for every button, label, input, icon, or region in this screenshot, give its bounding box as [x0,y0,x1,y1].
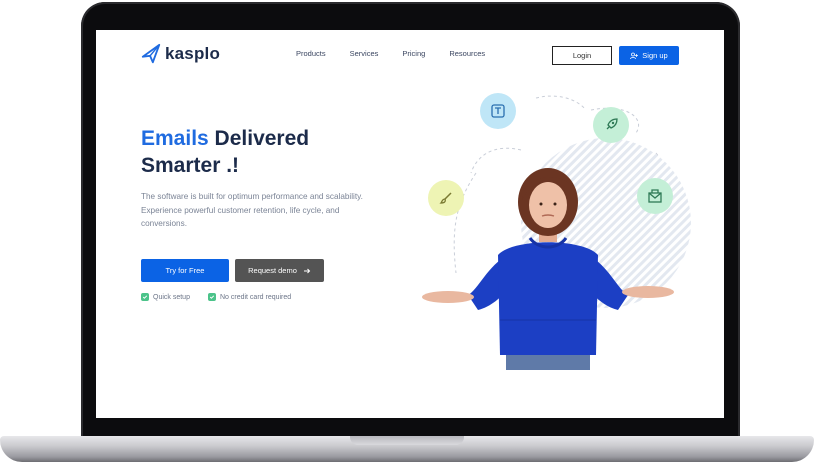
nav-item-resources[interactable]: Resources [449,49,485,58]
brand-logo[interactable]: kasplo [140,43,220,65]
signup-label: Sign up [642,51,668,60]
arrow-right-icon [303,268,311,273]
hero-title-rest: Delivered [208,127,310,150]
check-item-no-credit-card: No credit card required [207,293,292,301]
text-template-icon [480,93,516,129]
hero-description: The software is built for optimum perfor… [141,192,363,228]
check-icon [141,293,149,301]
request-demo-button[interactable]: Request demo [235,259,324,282]
website-screen: kasplo Products Services Pricing Resourc… [96,30,724,418]
check-label: Quick setup [153,293,190,301]
try-for-free-button[interactable]: Try for Free [141,259,229,282]
user-plus-icon [630,52,639,59]
hero-title-line2: Smarter .! [141,154,240,177]
kasplo-logo-icon [141,43,161,64]
laptop-notch [350,436,464,445]
hero-title: Emails Delivered Smarter .! [141,125,309,179]
mail-envelope-icon [637,178,673,214]
brush-icon [428,180,464,216]
nav-item-pricing[interactable]: Pricing [402,49,425,58]
nav-item-products[interactable]: Products [296,49,326,58]
main-nav: Products Services Pricing Resources [296,49,509,58]
login-button[interactable]: Login [552,46,612,65]
check-label: No credit card required [219,293,292,301]
nav-item-services[interactable]: Services [350,49,379,58]
request-demo-label: Request demo [248,266,297,275]
feature-checks: Quick setup No credit card required [141,293,291,301]
rocket-icon [593,107,629,143]
signup-button[interactable]: Sign up [619,46,679,65]
brand-name: kasplo [165,44,221,63]
check-item-quick-setup: Quick setup [141,293,190,301]
check-icon [207,293,216,301]
hero-title-accent: Emails [141,127,209,150]
